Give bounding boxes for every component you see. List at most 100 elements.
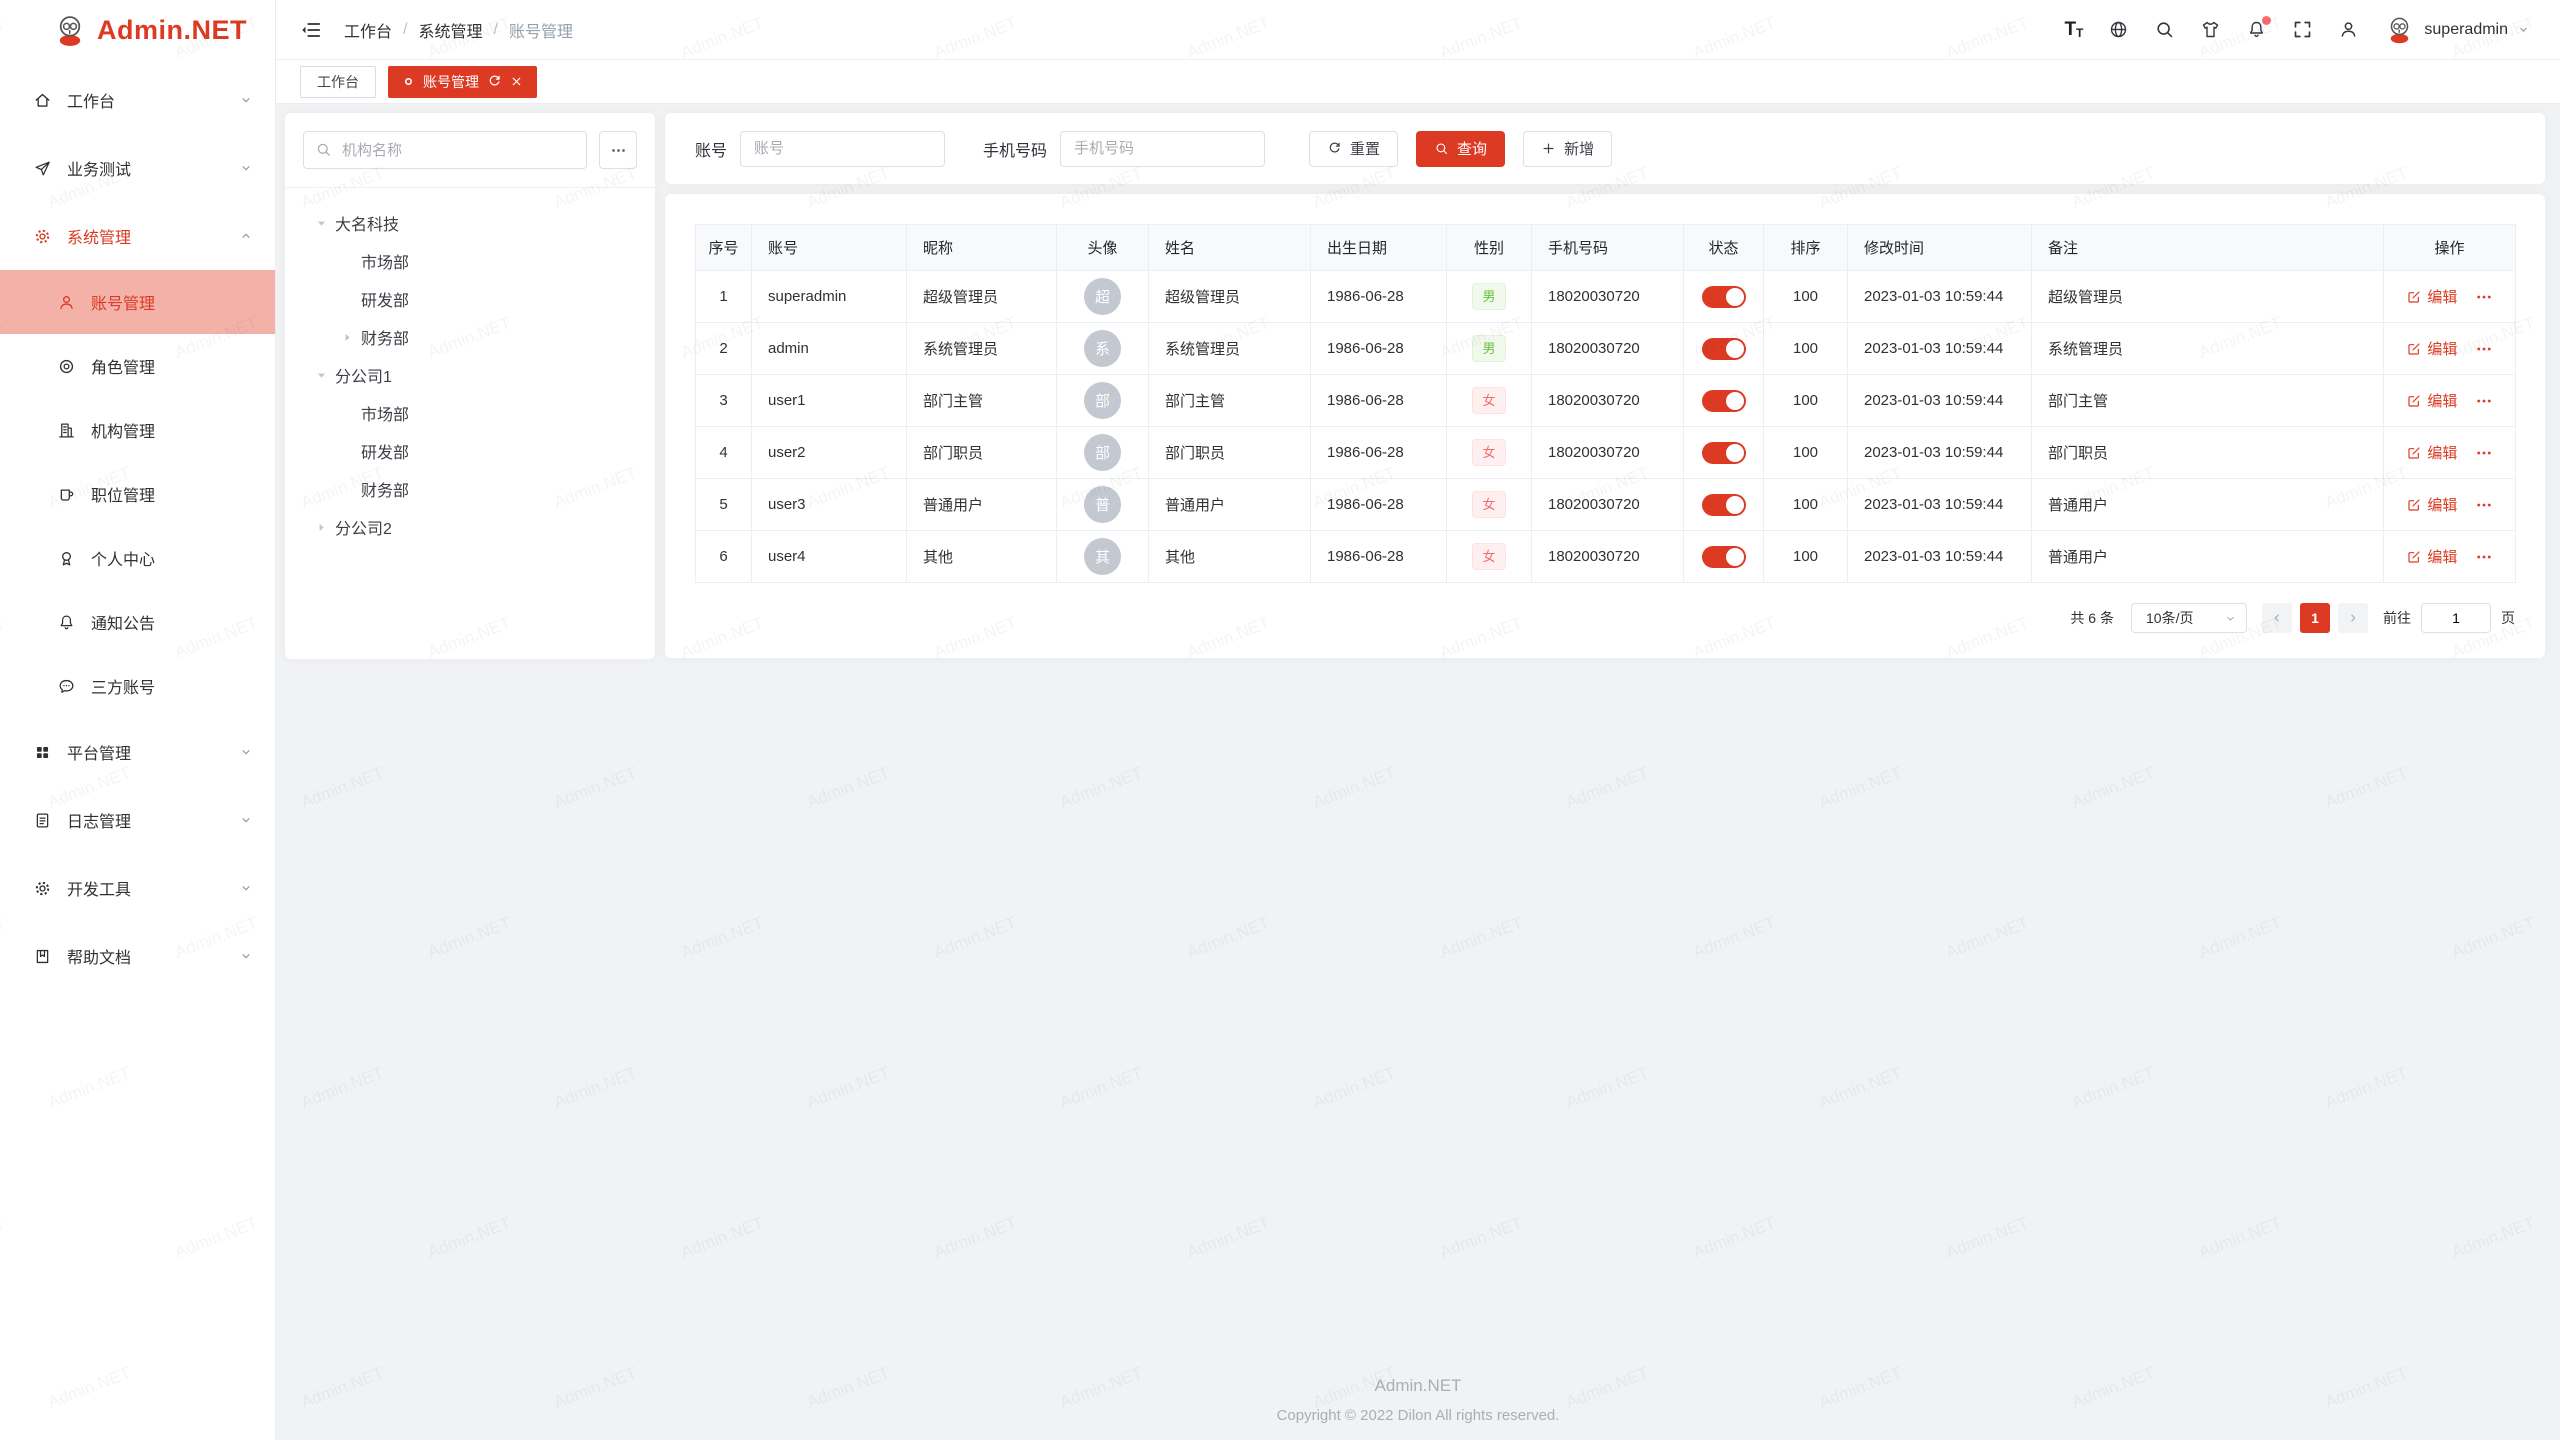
- sidebar-subitem-mug[interactable]: 职位管理: [0, 462, 275, 526]
- tree-node[interactable]: 研发部: [303, 432, 637, 470]
- sidebar-subitem-user[interactable]: 账号管理: [0, 270, 275, 334]
- sidebar: Admin.NET 工作台 业务测试 系统管理 账号管理 角色管理 机构管理 职…: [0, 0, 276, 1440]
- more-actions-icon[interactable]: [2475, 288, 2493, 306]
- tree-node-label: 研发部: [361, 439, 409, 463]
- sidebar-item-grid[interactable]: 平台管理: [0, 718, 275, 786]
- org-more-button[interactable]: [599, 131, 637, 169]
- menu-icon: [33, 811, 52, 830]
- next-page-button[interactable]: [2338, 603, 2368, 633]
- status-toggle[interactable]: [1702, 546, 1746, 568]
- sidebar-item-tools[interactable]: 开发工具: [0, 854, 275, 922]
- status-toggle[interactable]: [1702, 494, 1746, 516]
- tree-caret-icon[interactable]: [315, 369, 328, 382]
- sidebar-subitem-chat[interactable]: 三方账号: [0, 654, 275, 718]
- phone-input[interactable]: [1060, 131, 1265, 167]
- edit-button[interactable]: 编辑: [2406, 546, 2457, 567]
- tree-node[interactable]: 研发部: [303, 280, 637, 318]
- tree-node[interactable]: 分公司1: [303, 356, 637, 394]
- cell-sort: 100: [1764, 531, 1848, 583]
- tree-node[interactable]: 市场部: [303, 242, 637, 280]
- sidebar-item-log[interactable]: 日志管理: [0, 786, 275, 854]
- cell-account: user4: [752, 531, 907, 583]
- language-icon[interactable]: [2108, 19, 2129, 40]
- edit-icon: [2406, 497, 2422, 513]
- sidebar-collapse-icon[interactable]: [300, 19, 322, 41]
- table-row: 1 superadmin 超级管理员 超 超级管理员 1986-06-28 男 …: [696, 271, 2516, 323]
- theme-icon[interactable]: [2200, 19, 2221, 40]
- cell-gender: 女: [1447, 375, 1532, 427]
- main-area: 工作台 / 系统管理 / 账号管理 TT superadmin: [276, 0, 2560, 1440]
- cell-no: 3: [696, 375, 752, 427]
- sidebar-item-send[interactable]: 业务测试: [0, 134, 275, 202]
- page-size-select[interactable]: 10条/页: [2131, 603, 2247, 633]
- page-number-button[interactable]: 1: [2300, 603, 2330, 633]
- cell-gender: 女: [1447, 479, 1532, 531]
- search-icon[interactable]: [2154, 19, 2175, 40]
- breadcrumb-item[interactable]: 系统管理: [418, 18, 482, 42]
- active-dot-icon: [402, 75, 415, 88]
- cell-name: 其他: [1149, 531, 1311, 583]
- tree-node[interactable]: 财务部: [303, 470, 637, 508]
- edit-label: 编辑: [2427, 494, 2457, 515]
- sidebar-subitem-roles[interactable]: 角色管理: [0, 334, 275, 398]
- page-footer: Admin.NET Copyright © 2022 Dilon All rig…: [276, 1376, 2560, 1424]
- tree-caret-icon[interactable]: [315, 521, 328, 534]
- tree-node[interactable]: 大名科技: [303, 204, 637, 242]
- prev-page-button[interactable]: [2262, 603, 2292, 633]
- avatar: 普: [1084, 486, 1121, 523]
- org-search-input[interactable]: [303, 131, 587, 169]
- cell-name: 超级管理员: [1149, 271, 1311, 323]
- col-header-avatar: 头像: [1057, 225, 1149, 271]
- edit-button[interactable]: 编辑: [2406, 494, 2457, 515]
- breadcrumb-item[interactable]: 工作台: [344, 18, 392, 42]
- edit-button[interactable]: 编辑: [2406, 286, 2457, 307]
- tree-node[interactable]: 财务部: [303, 318, 637, 356]
- tree-node[interactable]: 分公司2: [303, 508, 637, 546]
- profile-icon[interactable]: [2338, 19, 2359, 40]
- col-header-actions: 操作: [2384, 225, 2516, 271]
- font-size-icon[interactable]: TT: [2064, 20, 2083, 39]
- account-input[interactable]: [740, 131, 945, 167]
- more-actions-icon[interactable]: [2475, 340, 2493, 358]
- tree-node[interactable]: 市场部: [303, 394, 637, 432]
- sidebar-subitem-bell[interactable]: 通知公告: [0, 590, 275, 654]
- edit-button[interactable]: 编辑: [2406, 442, 2457, 463]
- status-toggle[interactable]: [1702, 338, 1746, 360]
- sidebar-subitem-org[interactable]: 机构管理: [0, 398, 275, 462]
- gender-badge: 女: [1472, 491, 1505, 518]
- tree-caret-icon[interactable]: [341, 331, 354, 344]
- more-actions-icon[interactable]: [2475, 548, 2493, 566]
- edit-button[interactable]: 编辑: [2406, 338, 2457, 359]
- sidebar-subitem-medal[interactable]: 个人中心: [0, 526, 275, 590]
- plus-icon: [1541, 141, 1556, 156]
- goto-page-input[interactable]: [2421, 603, 2491, 633]
- add-button[interactable]: 新增: [1523, 131, 1612, 167]
- menu-icon: [57, 421, 76, 440]
- edit-button[interactable]: 编辑: [2406, 390, 2457, 411]
- fullscreen-icon[interactable]: [2292, 19, 2313, 40]
- tree-caret-icon[interactable]: [315, 217, 328, 230]
- tab-account-management[interactable]: 账号管理: [388, 66, 537, 98]
- close-icon[interactable]: [510, 75, 523, 88]
- sidebar-item-gear[interactable]: 系统管理: [0, 202, 275, 270]
- status-toggle[interactable]: [1702, 442, 1746, 464]
- status-toggle[interactable]: [1702, 390, 1746, 412]
- status-toggle[interactable]: [1702, 286, 1746, 308]
- sidebar-item-home[interactable]: 工作台: [0, 66, 275, 134]
- tab-workbench[interactable]: 工作台: [300, 66, 376, 98]
- app-logo[interactable]: Admin.NET: [0, 0, 275, 60]
- gender-badge: 女: [1472, 387, 1505, 414]
- chevron-up-icon: [239, 229, 253, 243]
- sidebar-item-book[interactable]: 帮助文档: [0, 922, 275, 990]
- refresh-icon[interactable]: [487, 74, 502, 89]
- cell-avatar: 普: [1057, 479, 1149, 531]
- user-menu[interactable]: superadmin: [2384, 14, 2530, 45]
- more-actions-icon[interactable]: [2475, 496, 2493, 514]
- cell-status: [1684, 323, 1764, 375]
- more-actions-icon[interactable]: [2475, 444, 2493, 462]
- notifications-icon[interactable]: [2246, 19, 2267, 40]
- more-actions-icon[interactable]: [2475, 392, 2493, 410]
- query-button[interactable]: 查询: [1416, 131, 1505, 167]
- cell-account: user3: [752, 479, 907, 531]
- reset-button[interactable]: 重置: [1309, 131, 1398, 167]
